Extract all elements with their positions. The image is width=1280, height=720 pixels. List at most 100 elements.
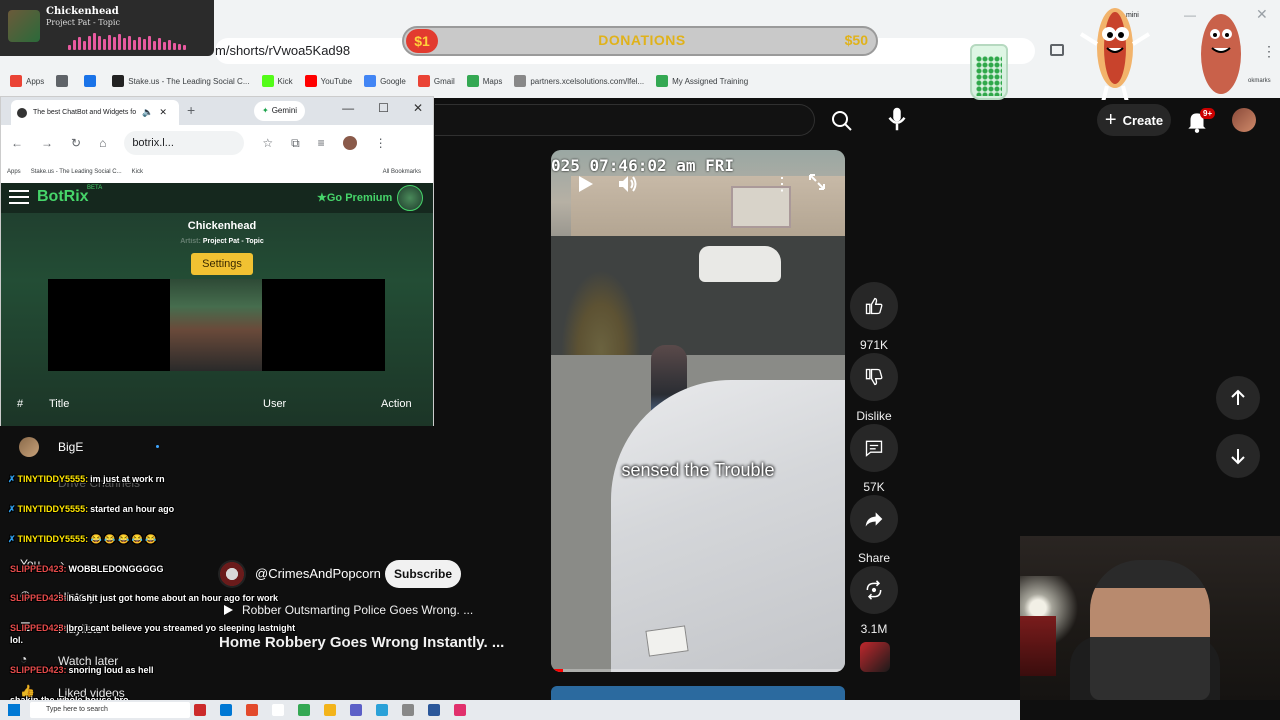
minimize-icon[interactable]: — <box>342 101 354 115</box>
bookmark-item[interactable]: Stake.us - The Leading Social C... <box>106 75 255 87</box>
chat-text: ha shit just got home about an hour ago … <box>68 593 279 603</box>
taskbar-app-icon[interactable] <box>194 704 206 716</box>
close-window-icon[interactable]: ✕ <box>1256 6 1268 23</box>
taskbar-app-icon[interactable] <box>272 704 284 716</box>
botrix-url: botrix.l... <box>132 137 174 149</box>
back-icon[interactable]: ← <box>11 136 23 150</box>
comments-action: 57K <box>850 424 898 494</box>
account-avatar[interactable] <box>1232 108 1256 132</box>
bookmark-item[interactable]: YouTube <box>299 75 358 87</box>
minimize-icon[interactable]: — <box>1184 8 1196 22</box>
close-icon[interactable]: ✕ <box>413 101 423 115</box>
volume-icon[interactable] <box>617 174 639 194</box>
chat-username: SLIPPED423: <box>10 593 67 603</box>
taskbar-app-icon[interactable] <box>220 704 232 716</box>
play-icon[interactable] <box>575 174 595 194</box>
all-bookmarks[interactable]: All Bookmarks <box>383 169 421 175</box>
video-title: Home Robbery Goes Wrong Instantly. ... <box>219 634 505 651</box>
video-far-car <box>699 246 781 282</box>
taskbar-app-icon[interactable] <box>454 704 466 716</box>
channel-thumbnail[interactable] <box>860 642 890 672</box>
bookmark-item[interactable]: partners.xcelsolutions.com/lfel... <box>508 75 650 87</box>
botrix-bookmarks-bar: Apps Stake.us - The Leading Social C... … <box>1 161 433 183</box>
new-tab-icon[interactable]: + <box>187 102 195 118</box>
all-bookmarks-fragment[interactable]: okmarks <box>1248 78 1271 84</box>
bookmark-item[interactable]: Kick <box>256 75 299 87</box>
previous-short-button[interactable] <box>1216 376 1260 420</box>
settings-button[interactable]: Settings <box>191 253 253 275</box>
go-premium-link[interactable]: ★Go Premium <box>317 191 392 204</box>
tab-close-icon[interactable]: ✕ <box>159 107 167 118</box>
reload-icon[interactable]: ↻ <box>71 136 81 150</box>
subscription-name[interactable]: BigE <box>58 440 83 454</box>
taskbar-search-input[interactable]: Type here to search <box>30 702 190 718</box>
bookmark-kick[interactable]: Kick <box>132 169 143 175</box>
bookmark-item[interactable]: Maps <box>461 75 509 87</box>
extensions-icon[interactable]: ⧉ <box>291 136 300 151</box>
forward-icon[interactable]: → <box>41 136 53 150</box>
visualizer-bar <box>133 40 136 50</box>
visualizer-bar <box>108 35 111 50</box>
taskbar-app-icon[interactable] <box>324 704 336 716</box>
tab-audio-icon[interactable]: 🔈 <box>142 107 153 118</box>
botrix-logo[interactable]: BotRix <box>37 188 89 206</box>
channel-name[interactable]: @CrimesAndPopcorn <box>255 566 381 581</box>
fullscreen-icon[interactable] <box>807 172 827 192</box>
bookmark-item[interactable]: My Assigned Training <box>650 75 754 87</box>
maximize-icon[interactable]: ☐ <box>378 101 389 115</box>
bookmark-stake[interactable]: Stake.us - The Leading Social C... <box>31 169 122 175</box>
bookmark-item[interactable]: Apps <box>0 75 50 87</box>
taskbar-app-icon[interactable] <box>246 704 258 716</box>
subscription-avatar[interactable] <box>19 437 39 457</box>
subscribe-button[interactable]: Subscribe <box>385 560 461 588</box>
chat-message: ✗ TINYTIDDY5555: 😂 😂 😂 😂 😂 <box>8 534 157 545</box>
more-options-icon[interactable]: ⋮ <box>773 174 791 194</box>
profile-icon[interactable] <box>342 136 357 150</box>
artist-name: Project Pat - Topic <box>202 238 264 245</box>
like-count: 971K <box>859 338 889 352</box>
share-button[interactable] <box>850 495 898 543</box>
taskbar-app-icon[interactable] <box>298 704 310 716</box>
taskbar-app-icon[interactable] <box>402 704 414 716</box>
video-progress-bar[interactable] <box>551 669 845 672</box>
search-icon[interactable] <box>827 109 857 133</box>
channel-avatar[interactable] <box>218 560 246 588</box>
visualizer-bar <box>103 39 106 50</box>
bookmark-favicon-icon <box>417 75 430 87</box>
bookmark-apps[interactable]: Apps <box>7 169 21 175</box>
like-button[interactable] <box>850 282 898 330</box>
taskbar-app-icon[interactable] <box>350 704 362 716</box>
microphone-icon[interactable] <box>882 104 912 134</box>
song-request-player[interactable] <box>48 279 385 371</box>
dislike-button[interactable] <box>850 353 898 401</box>
taskbar-app-icon[interactable] <box>376 704 388 716</box>
taskbar-app-icon[interactable] <box>428 704 440 716</box>
windows-start-icon[interactable] <box>8 704 20 716</box>
more-icon[interactable]: ⋮ <box>375 136 387 150</box>
create-button[interactable]: + Create <box>1097 104 1171 136</box>
reading-list-icon[interactable]: ≡ <box>318 136 325 150</box>
comments-button[interactable] <box>850 424 898 472</box>
star-icon[interactable]: ☆ <box>262 136 273 150</box>
shorts-video-player[interactable]: 025 07:46:02 am FRI ⋮ sensed the Trouble <box>551 150 845 672</box>
next-short-button[interactable] <box>1216 434 1260 478</box>
jar-beans <box>976 56 1002 96</box>
hamburger-menu-icon[interactable] <box>9 189 29 205</box>
botrix-tab[interactable]: The best ChatBot and Widgets fo 🔈 ✕ <box>11 100 179 125</box>
botrix-url-bar[interactable]: botrix.l... <box>124 131 245 155</box>
bookmark-item[interactable] <box>78 75 106 87</box>
related-video-link[interactable]: Robber Outsmarting Police Goes Wrong. ..… <box>222 603 473 617</box>
search-input[interactable] <box>435 104 815 136</box>
gemini-button[interactable]: ✦ Gemini <box>254 101 306 121</box>
home-icon[interactable]: ⌂ <box>99 136 106 150</box>
bookmark-item[interactable]: Gmail <box>412 75 461 87</box>
botrix-avatar[interactable] <box>397 185 423 211</box>
cast-icon[interactable] <box>1050 44 1064 56</box>
kick-badge-icon: ✗ <box>8 504 16 514</box>
dislike-label: Dislike <box>856 409 892 423</box>
bookmark-favicon-icon <box>656 75 669 87</box>
bookmark-item[interactable] <box>50 75 78 87</box>
bookmark-item[interactable]: Google <box>358 75 412 87</box>
remix-button[interactable] <box>850 566 898 614</box>
kebab-menu-icon[interactable]: ⋮ <box>1262 44 1276 58</box>
